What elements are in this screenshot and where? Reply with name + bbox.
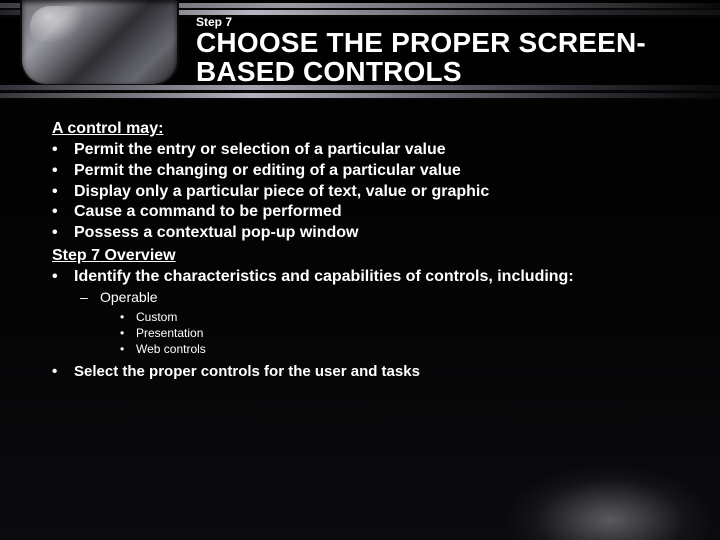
list-item: Permit the entry or selection of a parti… xyxy=(52,140,672,161)
list-item: Custom xyxy=(120,309,672,325)
list-item-text: Custom xyxy=(136,310,177,324)
list-item: Possess a contextual pop-up window xyxy=(52,223,672,244)
heading-overview: Step 7 Overview xyxy=(52,247,672,265)
bullet-list-2: Identify the characteristics and capabil… xyxy=(52,267,672,288)
list-item: Presentation xyxy=(120,325,672,341)
list-item: Identify the characteristics and capabil… xyxy=(52,267,672,288)
list-item-text: Permit the entry or selection of a parti… xyxy=(74,141,446,158)
list-item: Display only a particular piece of text,… xyxy=(52,182,672,203)
list-item: Web controls xyxy=(120,341,672,357)
list-item-text: Presentation xyxy=(136,326,203,340)
list-item-text: Possess a contextual pop-up window xyxy=(74,224,358,241)
sub-list-2: Custom Presentation Web controls xyxy=(120,309,672,358)
list-item: Select the proper controls for the user … xyxy=(52,363,672,380)
list-item: Permit the changing or editing of a part… xyxy=(52,161,672,182)
list-item: Operable xyxy=(80,288,672,307)
sub-list-1: Operable xyxy=(80,288,672,307)
bullet-list-1: Permit the entry or selection of a parti… xyxy=(52,140,672,244)
list-item-text: Web controls xyxy=(136,342,206,356)
list-item: Cause a command to be performed xyxy=(52,202,672,223)
list-item-text: Permit the changing or editing of a part… xyxy=(74,162,461,179)
list-item-text: Display only a particular piece of text,… xyxy=(74,183,489,200)
decor-strip xyxy=(0,90,720,92)
heading-control-may: A control may: xyxy=(52,120,672,138)
header-badge xyxy=(22,0,177,84)
decor-strip xyxy=(0,98,720,100)
final-list: Select the proper controls for the user … xyxy=(52,363,672,380)
list-item-text: Select the proper controls for the user … xyxy=(74,363,420,380)
slide-title: CHOOSE THE PROPER SCREEN-BASED CONTROLS xyxy=(196,28,696,87)
slide-body: A control may: Permit the entry or selec… xyxy=(52,120,672,380)
list-item-text: Identify the characteristics and capabil… xyxy=(74,268,574,285)
list-item-text: Operable xyxy=(100,289,158,305)
list-item-text: Cause a command to be performed xyxy=(74,203,342,220)
slide: Step 7 CHOOSE THE PROPER SCREEN-BASED CO… xyxy=(0,0,720,540)
